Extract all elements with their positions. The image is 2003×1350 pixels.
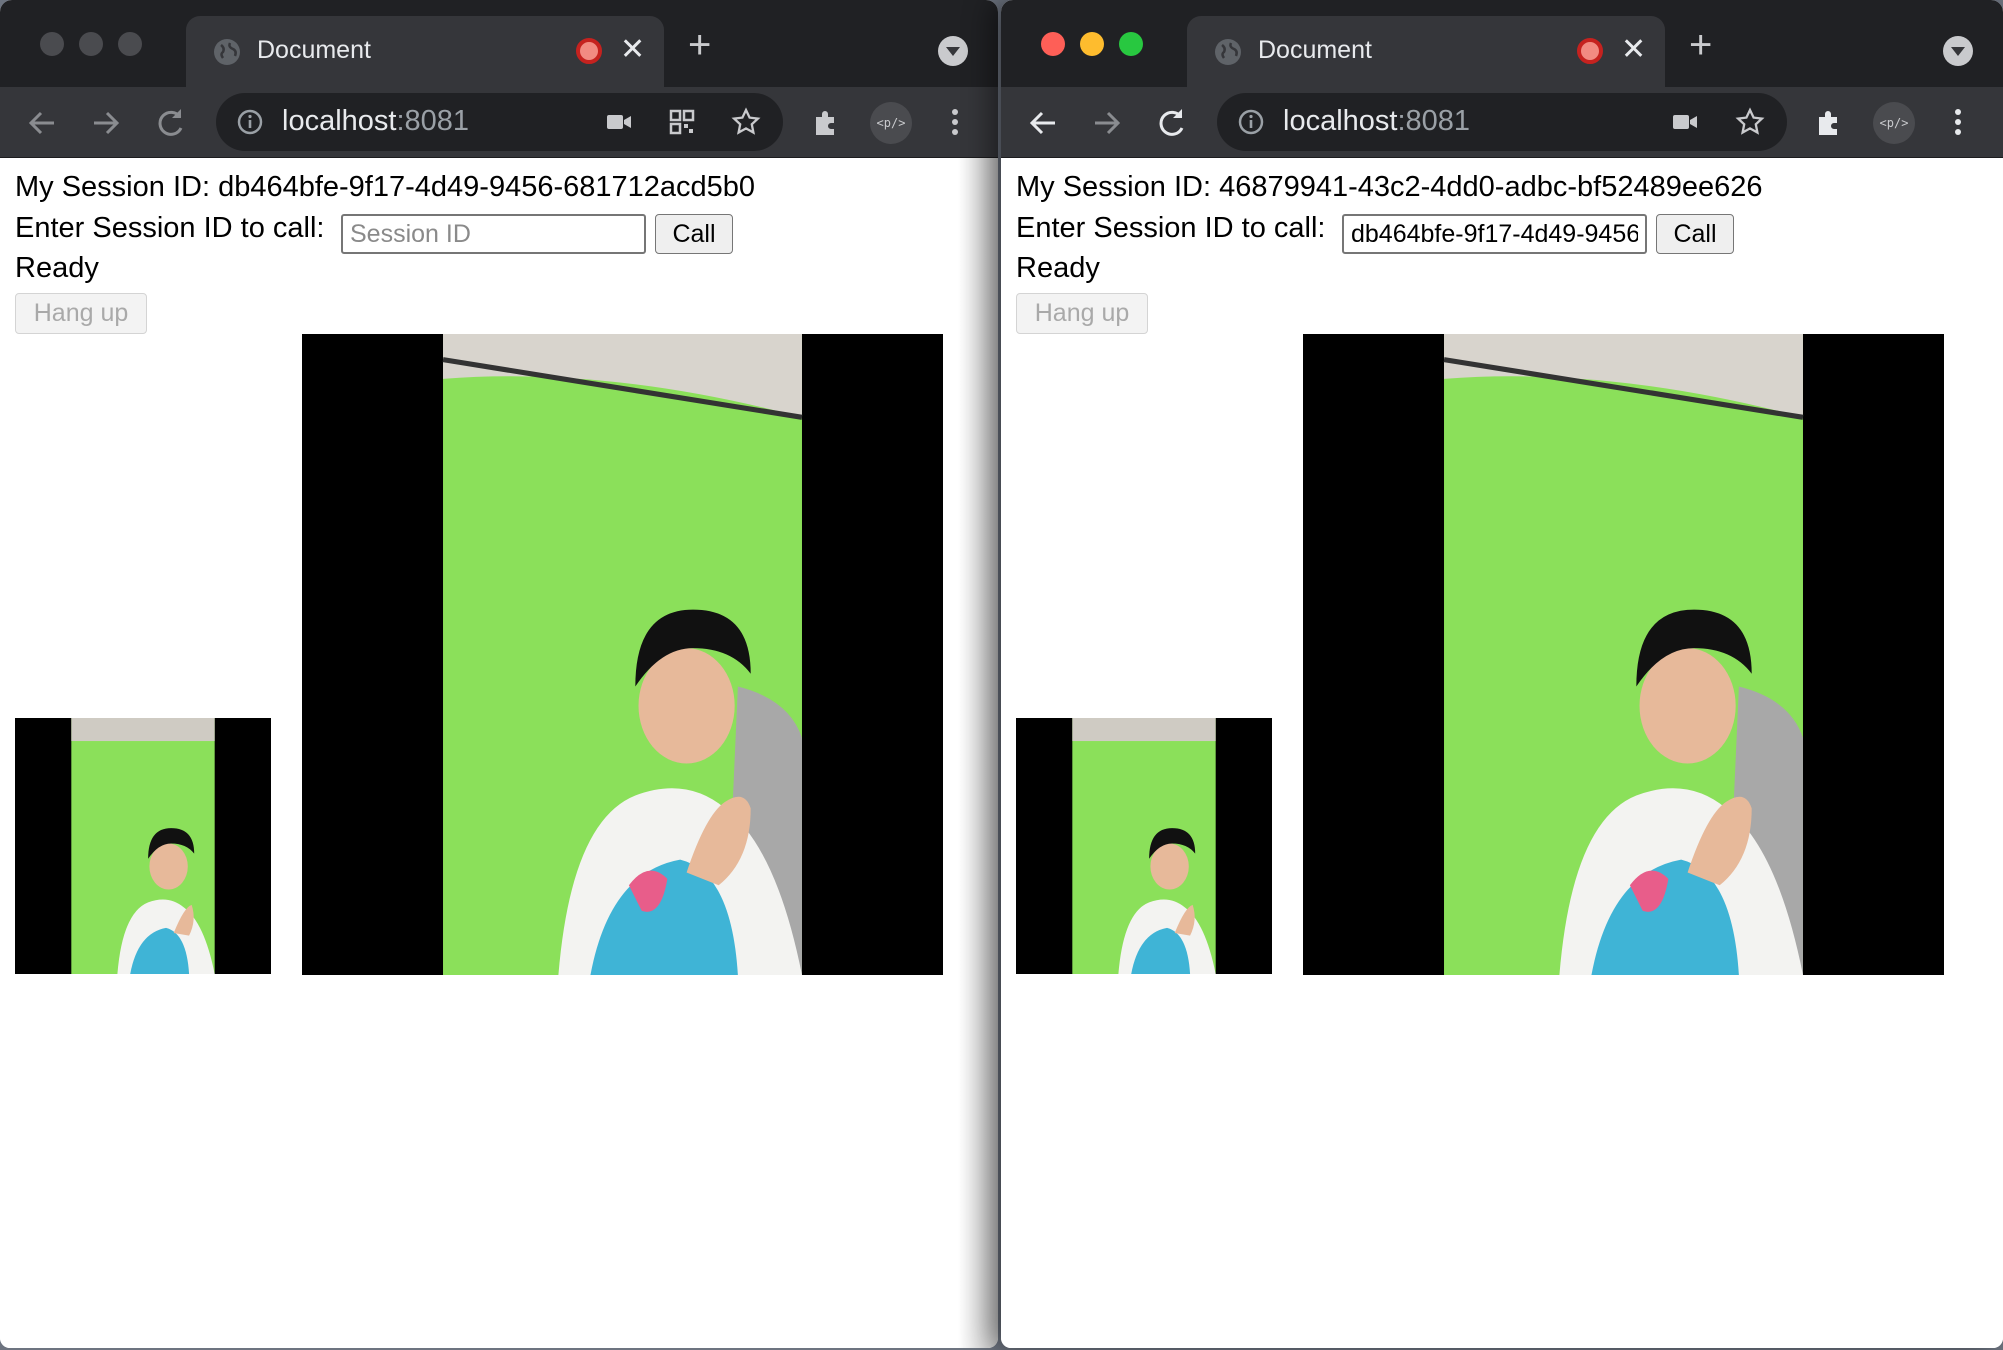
puzzle-icon[interactable] [810, 105, 844, 139]
session-id-input[interactable] [1342, 214, 1647, 254]
call-button[interactable]: Call [655, 214, 733, 254]
local-video-frame [1016, 718, 1272, 974]
recording-indicator-icon [1577, 38, 1603, 64]
reload-icon [1159, 109, 1184, 136]
minimize-window-button[interactable] [79, 32, 103, 56]
info-icon [1238, 109, 1264, 135]
minimize-window-button[interactable] [1080, 32, 1104, 56]
toolbar: localhost:8081 <p/> [1001, 87, 2003, 158]
arrow-left-icon [28, 111, 54, 135]
remote-video-frame [1303, 334, 1944, 975]
close-icon[interactable]: ✕ [1621, 32, 1646, 68]
zoom-window-button[interactable] [118, 32, 142, 56]
tab-document[interactable]: Document ✕ [186, 16, 664, 87]
arrow-right-icon [1095, 111, 1121, 135]
video-camera-icon[interactable] [604, 107, 634, 137]
session-id-value: db464bfe-9f17-4d49-9456-681712acd5b0 [218, 171, 756, 203]
code-extension-icon[interactable]: <p/> [870, 102, 912, 144]
forward-button[interactable] [1089, 105, 1125, 141]
qr-code-icon[interactable] [667, 107, 697, 137]
puzzle-icon[interactable] [1813, 105, 1847, 139]
remote-video [1303, 334, 1944, 975]
status-text: Ready [1016, 252, 1100, 284]
star-icon[interactable] [1735, 107, 1765, 137]
browser-window-right: Document ✕ + localhost:8081 <p/> My Sess… [1001, 0, 2003, 1348]
zoom-window-button[interactable] [1119, 32, 1143, 56]
kebab-menu-icon[interactable] [1941, 105, 1975, 139]
address-url: localhost:8081 [1283, 105, 1471, 137]
chevron-down-icon[interactable] [938, 36, 968, 66]
address-bar[interactable]: localhost:8081 [216, 93, 783, 151]
info-icon [237, 109, 263, 135]
forward-button[interactable] [88, 105, 124, 141]
close-icon[interactable]: ✕ [620, 32, 645, 68]
page-content: My Session ID: db464bfe-9f17-4d49-9456-6… [0, 158, 998, 1348]
page-content: My Session ID: 46879941-43c2-4dd0-adbc-b… [1001, 158, 2003, 1348]
address-url: localhost:8081 [282, 105, 470, 137]
remote-video [302, 334, 943, 975]
window-controls [40, 32, 142, 56]
tab-document[interactable]: Document ✕ [1187, 16, 1665, 87]
arrow-left-icon [1029, 111, 1055, 135]
status-text: Ready [15, 252, 99, 284]
close-window-button[interactable] [1041, 32, 1065, 56]
tab-title: Document [1258, 36, 1372, 64]
session-id-value: 46879941-43c2-4dd0-adbc-bf52489ee626 [1219, 171, 1763, 203]
hang-up-button[interactable]: Hang up [1016, 293, 1148, 334]
tab-strip: Document ✕ + [0, 0, 998, 87]
hang-up-button[interactable]: Hang up [15, 293, 147, 334]
tab-strip: Document ✕ + [1001, 0, 2003, 87]
recording-indicator-icon [576, 38, 602, 64]
star-icon[interactable] [731, 107, 761, 137]
globe-icon [1215, 39, 1241, 65]
reload-button[interactable] [152, 105, 188, 141]
arrow-right-icon [94, 111, 120, 135]
call-prompt-label: Enter Session ID to call: [15, 212, 325, 244]
address-bar[interactable]: localhost:8081 [1217, 93, 1787, 151]
my-session-id: My Session ID: 46879941-43c2-4dd0-adbc-b… [1016, 171, 1763, 203]
globe-icon [214, 39, 240, 65]
window-controls [1041, 32, 1143, 56]
reload-button[interactable] [1153, 105, 1189, 141]
local-video [1016, 718, 1272, 974]
close-window-button[interactable] [40, 32, 64, 56]
local-video-frame [15, 718, 271, 974]
kebab-menu-icon[interactable] [938, 105, 972, 139]
code-extension-icon[interactable]: <p/> [1873, 102, 1915, 144]
browser-window-left: Document ✕ + localhost:8081 <p/> My Sess… [0, 0, 998, 1348]
call-button[interactable]: Call [1656, 214, 1734, 254]
local-video [15, 718, 271, 974]
chevron-down-icon[interactable] [1943, 36, 1973, 66]
plus-icon[interactable]: + [688, 25, 711, 65]
back-button[interactable] [1025, 105, 1061, 141]
my-session-id: My Session ID: db464bfe-9f17-4d49-9456-6… [15, 171, 756, 203]
reload-icon [158, 109, 183, 136]
video-camera-icon[interactable] [1670, 107, 1700, 137]
toolbar: localhost:8081 <p/> [0, 87, 998, 158]
remote-video-frame [302, 334, 943, 975]
tab-title: Document [257, 36, 371, 64]
plus-icon[interactable]: + [1689, 25, 1712, 65]
call-prompt-label: Enter Session ID to call: [1016, 212, 1326, 244]
session-id-input[interactable] [341, 214, 646, 254]
back-button[interactable] [24, 105, 60, 141]
